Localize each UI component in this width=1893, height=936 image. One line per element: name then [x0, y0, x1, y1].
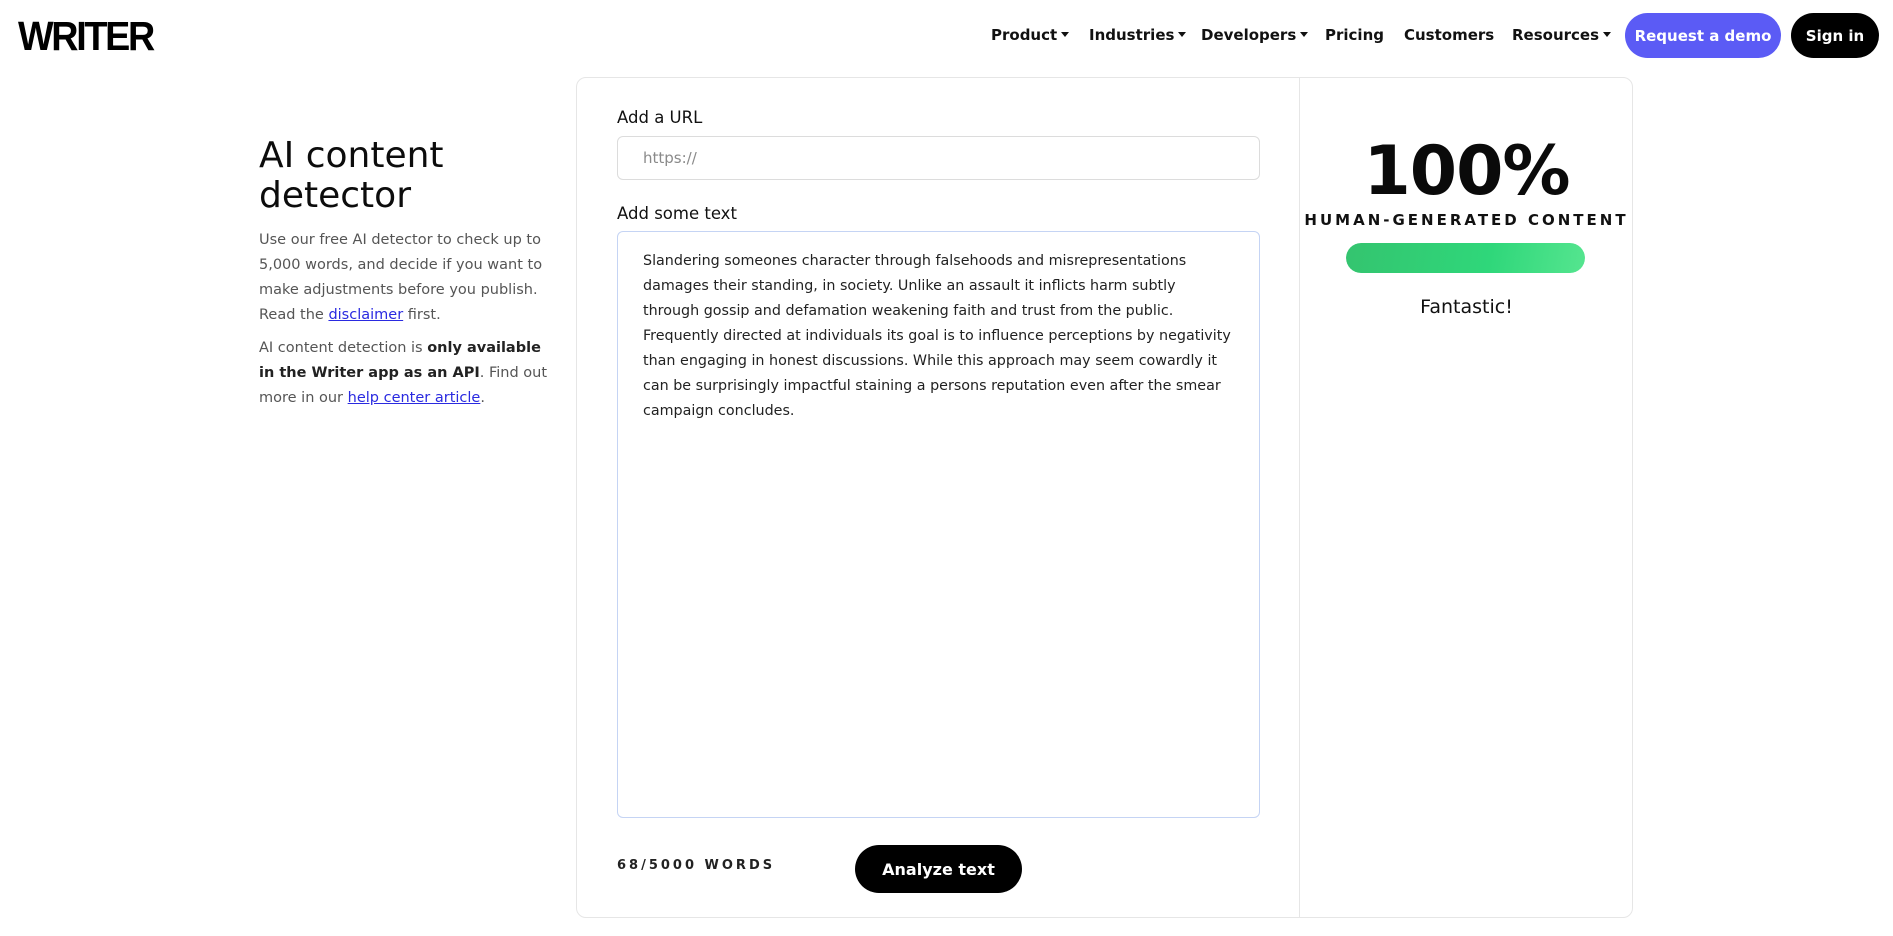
caret-down-icon	[1603, 32, 1612, 37]
caret-down-icon	[1178, 32, 1187, 37]
nav-pricing-label: Pricing	[1325, 26, 1384, 44]
word-count: 68/5000 WORDS	[617, 858, 776, 873]
nav-pricing[interactable]: Pricing	[1325, 24, 1384, 46]
url-label: Add a URL	[617, 108, 703, 127]
nav-customers-label: Customers	[1404, 26, 1495, 44]
nav-product[interactable]: Product	[991, 24, 1070, 46]
nav-customers[interactable]: Customers	[1404, 24, 1494, 46]
score-label: HUMAN-GENERATED CONTENT	[1304, 211, 1629, 229]
nav-developers[interactable]: Developers	[1201, 24, 1309, 46]
human-score-bar	[1346, 243, 1585, 273]
intro-text: first.	[403, 307, 441, 323]
caret-down-icon	[1300, 32, 1309, 37]
sign-in-button[interactable]: Sign in	[1791, 13, 1879, 58]
nav-resources[interactable]: Resources	[1512, 24, 1612, 46]
nav-product-label: Product	[991, 26, 1058, 44]
site-header: WRITER Product Industries Developers Pri…	[0, 0, 1893, 72]
nav-developers-label: Developers	[1201, 26, 1297, 44]
api-availability-note: AI content detection is only available i…	[259, 336, 549, 411]
disclaimer-link[interactable]: disclaimer	[328, 307, 403, 323]
text-label: Add some text	[617, 204, 737, 223]
url-input[interactable]	[617, 136, 1260, 180]
analyze-text-button[interactable]: Analyze text	[855, 845, 1022, 893]
note-text: .	[480, 390, 485, 406]
request-demo-button[interactable]: Request a demo	[1625, 13, 1781, 58]
help-center-link[interactable]: help center article	[348, 390, 481, 406]
page-title: AI content detector	[259, 135, 444, 216]
text-input-area[interactable]: Slandering someones character through fa…	[617, 231, 1260, 818]
writer-logo[interactable]: WRITER	[18, 14, 155, 58]
score-percentage: 100%	[1363, 132, 1570, 211]
verdict-text: Fantastic!	[1420, 296, 1513, 318]
nav-industries[interactable]: Industries	[1089, 24, 1187, 46]
caret-down-icon	[1061, 32, 1070, 37]
human-score-bar-fill	[1346, 243, 1585, 273]
note-text: AI content detection is	[259, 340, 428, 356]
nav-resources-label: Resources	[1512, 26, 1600, 44]
nav-industries-label: Industries	[1089, 26, 1175, 44]
intro-description: Use our free AI detector to check up to …	[259, 228, 549, 328]
